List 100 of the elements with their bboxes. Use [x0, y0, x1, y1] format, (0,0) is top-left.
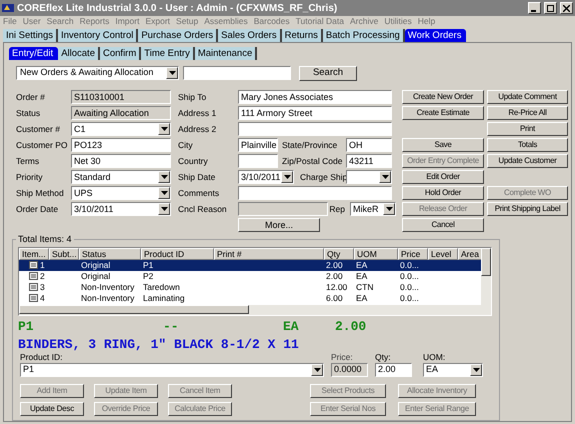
dropdown-field[interactable]: 3/10/2011	[238, 170, 294, 184]
dropdown-field[interactable]	[346, 170, 392, 184]
caret-down-icon	[284, 175, 290, 179]
tab[interactable]: Batch Processing	[322, 29, 405, 42]
input-field[interactable]: PO123	[71, 138, 171, 152]
table-cell: 0.0...	[400, 260, 419, 270]
input-field[interactable]: Awaiting Allocation	[71, 106, 171, 120]
action-button[interactable]: Create Estimate	[402, 106, 484, 120]
table-cell: 0.0...	[400, 294, 419, 302]
input-field[interactable]	[238, 122, 392, 136]
tab[interactable]: Ini Settings	[3, 29, 58, 42]
tab[interactable]: Purchase Orders	[138, 29, 218, 42]
dropdown-field[interactable]: P1	[20, 362, 324, 376]
table-row[interactable]: 2 Original P2 2.00 EA 0.0...	[19, 270, 481, 282]
tab[interactable]: Entry/Edit	[9, 47, 58, 60]
input-field[interactable]: S110310001	[71, 90, 171, 104]
action-button[interactable]: Re-Price All	[487, 106, 568, 120]
action-button[interactable]: Update Comment	[487, 90, 568, 104]
table-cell: Non-Inventory	[81, 294, 134, 302]
more-button[interactable]: More...	[238, 218, 320, 232]
maximize-icon[interactable]	[544, 2, 557, 14]
minimize-icon[interactable]	[528, 2, 541, 14]
tab[interactable]: Maintenance	[194, 47, 258, 60]
field-label: Country	[178, 154, 209, 168]
tab[interactable]: Sales Orders	[218, 29, 282, 42]
field-label: Cncl Reason	[178, 202, 228, 216]
table-cell: 3	[40, 282, 45, 292]
action-button[interactable]: Print	[487, 122, 568, 136]
close-icon[interactable]	[560, 2, 573, 14]
dropdown-field[interactable]: New Orders & Awaiting Allocation	[16, 66, 179, 80]
document-icon	[29, 261, 38, 269]
action-button[interactable]: Cancel	[402, 218, 484, 232]
field-label: Order Date	[16, 202, 60, 216]
tab[interactable]: Time Entry	[141, 47, 195, 60]
field-label: Customer PO	[16, 138, 68, 152]
tab[interactable]: Work Orders	[404, 29, 466, 42]
table-cell: Original	[81, 260, 110, 270]
dropdown-field[interactable]: MikeR	[350, 202, 396, 216]
horizontal-scrollbar[interactable]	[19, 304, 481, 314]
input-field[interactable]: Net 30	[71, 154, 171, 168]
input-field[interactable]: 111 Armory Street	[238, 106, 392, 120]
input-field[interactable]: Mary Jones Associates	[238, 90, 392, 104]
field-label: UOM:	[423, 352, 446, 362]
input-field[interactable]: Plainville	[238, 138, 278, 152]
column-header[interactable]: Item...	[19, 248, 49, 260]
input-field[interactable]	[238, 154, 278, 168]
column-header[interactable]: Area	[458, 248, 483, 260]
column-header[interactable]: Qty	[324, 248, 354, 260]
column-header[interactable]: Price	[398, 248, 428, 260]
caret-down-icon	[160, 191, 168, 195]
input-field[interactable]	[238, 186, 392, 200]
action-button[interactable]: Edit Order	[402, 170, 484, 184]
input-field[interactable]: 0.0000	[331, 362, 368, 376]
column-header[interactable]: UOM	[354, 248, 398, 260]
action-button[interactable]: Save	[402, 138, 484, 152]
action-button[interactable]: Totals	[487, 138, 568, 152]
vertical-scrollbar[interactable]	[481, 248, 491, 314]
dropdown-field[interactable]: EA	[423, 362, 483, 376]
action-button[interactable]: Update Customer	[487, 154, 568, 168]
table-cell: EA	[356, 260, 368, 270]
document-icon	[29, 283, 38, 291]
tab[interactable]: Allocate	[58, 47, 100, 60]
caret-down-icon	[472, 368, 480, 372]
field-label: Customer #	[16, 122, 61, 136]
action-button[interactable]: Create New Order	[402, 90, 484, 104]
table-cell: P2	[143, 272, 154, 280]
action-button[interactable]: Hold Order	[402, 186, 484, 200]
table-row[interactable]: 4 Non-Inventory Laminating 6.00 EA 0.0...	[19, 292, 481, 304]
search-field[interactable]	[183, 66, 291, 80]
field-label: Ship To	[178, 90, 208, 104]
table-cell: 0.0...	[400, 272, 419, 280]
input-field[interactable]: 2.00	[375, 362, 412, 376]
caret-down-icon	[160, 127, 168, 131]
input-field[interactable]	[238, 202, 328, 216]
input-field[interactable]: 43211	[346, 154, 392, 168]
dropdown-field[interactable]: C1	[71, 122, 171, 136]
table-cell: 2	[40, 272, 45, 280]
column-header[interactable]: Status	[79, 248, 141, 260]
tab[interactable]: Returns	[282, 29, 323, 42]
dropdown-field[interactable]: UPS	[71, 186, 171, 200]
column-header[interactable]: Subt...	[49, 248, 79, 260]
dropdown-field[interactable]: Standard	[71, 170, 171, 184]
item-button[interactable]: Update Desc	[20, 402, 84, 416]
column-header[interactable]: Print #	[214, 248, 324, 260]
product-description: BINDERS, 3 RING, 1" BLACK 8-1/2 X 11	[18, 336, 300, 350]
table-cell: Original	[81, 272, 110, 280]
input-field[interactable]: OH	[346, 138, 392, 152]
tab[interactable]: Confirm	[100, 47, 142, 60]
table-row[interactable]: 3 Non-Inventory Taredown 12.00 CTN 0.0...	[19, 282, 481, 292]
column-header[interactable]: Level	[428, 248, 458, 260]
field-label: Priority	[16, 170, 44, 184]
table-row[interactable]: 1 Original P1 2.00 EA 0.0...	[19, 260, 481, 270]
dropdown-field[interactable]: 3/10/2011	[71, 202, 171, 216]
column-header[interactable]: Product ID	[141, 248, 214, 260]
search-button[interactable]: Search	[299, 66, 357, 80]
tab[interactable]: Inventory Control	[58, 29, 138, 42]
table-cell: 0.0...	[400, 282, 419, 292]
action-button[interactable]: Print Shipping Label	[487, 202, 568, 216]
field-label: City	[178, 138, 194, 152]
field-label: State/Province	[282, 138, 338, 152]
